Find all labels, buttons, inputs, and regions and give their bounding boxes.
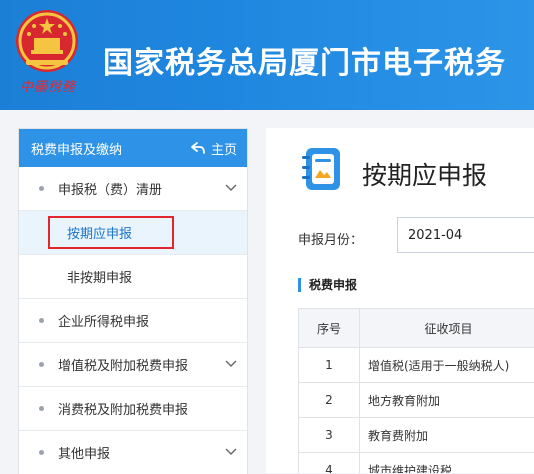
sidebar-item-label: 申报税（费）清册 [58, 179, 162, 198]
row-index: 1 [299, 348, 360, 383]
table-row[interactable]: 3 教育费附加 [299, 418, 534, 453]
national-emblem-icon [14, 8, 80, 74]
bullet-icon [39, 362, 44, 367]
sidebar-subitem-label: 按期应申报 [67, 223, 132, 242]
back-arrow-icon [191, 142, 205, 154]
sidebar-item-label: 增值税及附加税费申报 [58, 355, 188, 374]
site-title: 国家税务总局厦门市电子税务 [103, 38, 506, 82]
bullet-icon [39, 450, 44, 455]
notebook-icon [300, 146, 344, 192]
sidebar-item-declaration-list[interactable]: 申报税（费）清册 [19, 167, 247, 211]
bullet-icon [39, 406, 44, 411]
table-row[interactable]: 4 城市维护建设税 [299, 453, 534, 474]
bullet-icon [39, 186, 44, 191]
sidebar-title: 税费申报及缴纳 [31, 139, 122, 158]
section-title: 税费申报 [298, 278, 357, 292]
site-header: 中國稅務 国家税务总局厦门市电子税务 [0, 0, 534, 110]
row-index: 3 [299, 418, 360, 453]
home-label: 主页 [211, 139, 237, 158]
sidebar-item-other-declaration[interactable]: 其他申报 [19, 431, 247, 474]
sidebar-item-label: 企业所得税申报 [58, 311, 149, 330]
row-index: 2 [299, 383, 360, 418]
row-item: 地方教育附加 [360, 383, 534, 418]
chevron-down-icon [225, 359, 237, 369]
column-header-item: 征收项目 [360, 309, 534, 348]
bullet-icon [39, 318, 44, 323]
home-link[interactable]: 主页 [191, 139, 237, 158]
sidebar-header: 税费申报及缴纳 主页 [19, 129, 247, 167]
chevron-down-icon [225, 447, 237, 457]
row-item: 教育费附加 [360, 418, 534, 453]
main-panel: 按期应申报 申报月份： 税费申报 序号 征收项目 1 增值税(适用于一般纳税人)… [266, 128, 534, 473]
sidebar-subitem-nonperiodic-declaration[interactable]: 非按期申报 [19, 255, 247, 299]
declaration-month-input[interactable] [397, 217, 534, 253]
sidebar-item-label: 其他申报 [58, 443, 110, 462]
row-item: 城市维护建设税 [360, 453, 534, 474]
sidebar-item-consumption-tax[interactable]: 消费税及附加税费申报 [19, 387, 247, 431]
sidebar-subitem-periodic-declaration[interactable]: 按期应申报 [19, 211, 247, 255]
declaration-table: 序号 征收项目 1 增值税(适用于一般纳税人) 2 地方教育附加 3 教育费附加… [298, 308, 534, 473]
sidebar-item-corporate-income-tax[interactable]: 企业所得税申报 [19, 299, 247, 343]
brand-slogan: 中國稅務 [20, 76, 76, 95]
chevron-down-icon [225, 183, 237, 193]
column-header-index: 序号 [299, 309, 360, 348]
row-index: 4 [299, 453, 360, 474]
page-title: 按期应申报 [362, 156, 487, 192]
table-row[interactable]: 2 地方教育附加 [299, 383, 534, 418]
row-item: 增值税(适用于一般纳税人) [360, 348, 534, 383]
sidebar-item-vat[interactable]: 增值税及附加税费申报 [19, 343, 247, 387]
month-label: 申报月份： [298, 229, 363, 248]
sidebar: 税费申报及缴纳 主页 申报税（费）清册 按期应申报 非按期申报 企业所得税申报 … [18, 128, 248, 474]
sidebar-item-label: 消费税及附加税费申报 [58, 399, 188, 418]
sidebar-subitem-label: 非按期申报 [67, 267, 132, 286]
table-header-row: 序号 征收项目 [299, 309, 534, 348]
table-row[interactable]: 1 增值税(适用于一般纳税人) [299, 348, 534, 383]
